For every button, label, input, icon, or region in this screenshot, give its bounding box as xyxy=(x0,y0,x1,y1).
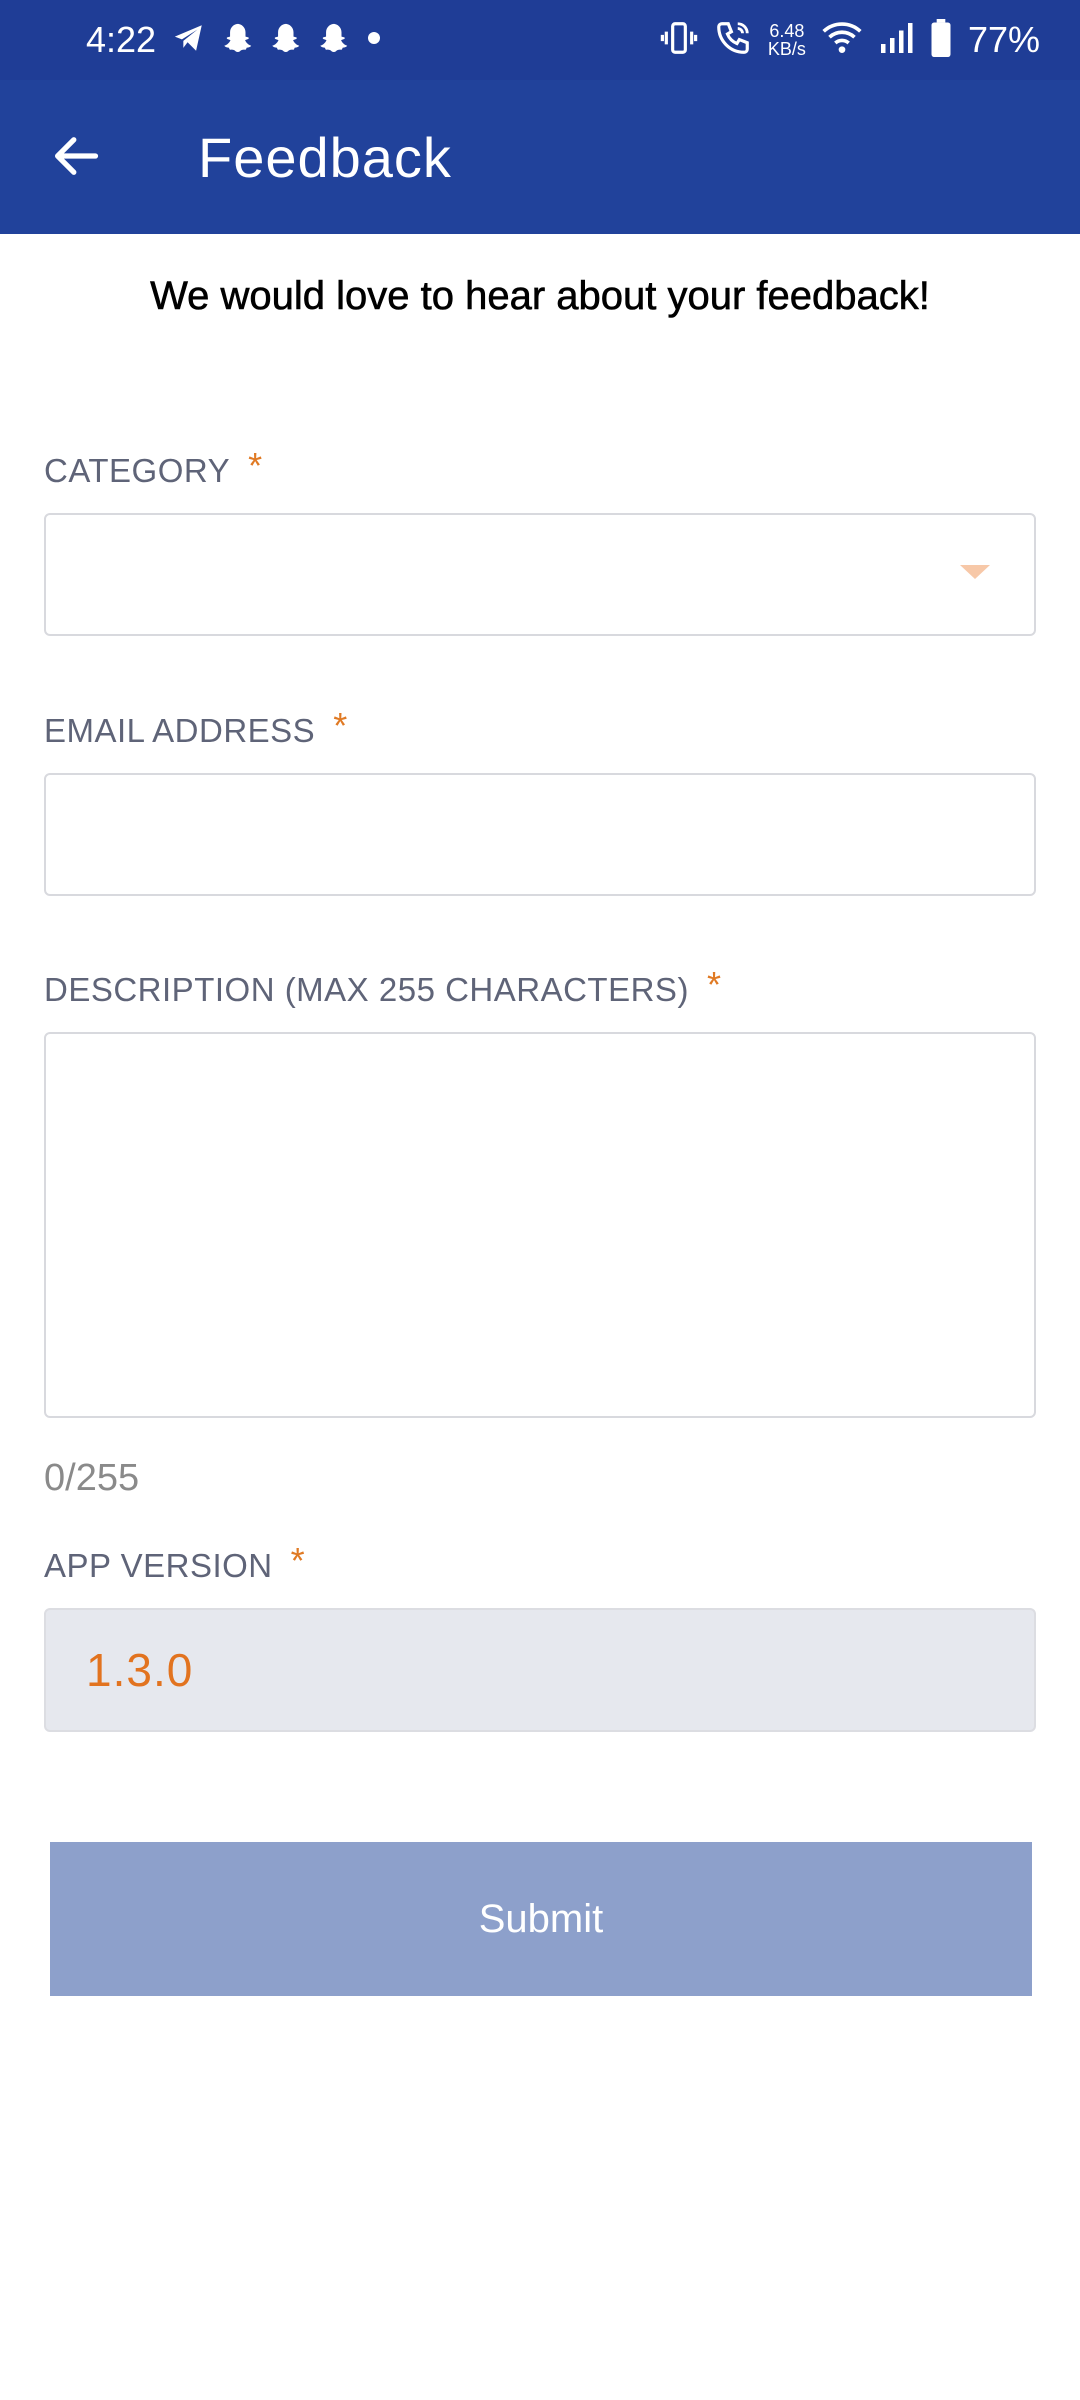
snapchat-icon xyxy=(316,21,350,60)
category-dropdown[interactable] xyxy=(44,513,1036,636)
wifi-icon xyxy=(822,20,862,61)
page-title: Feedback xyxy=(198,126,452,189)
chevron-down-icon xyxy=(960,565,990,579)
description-field[interactable] xyxy=(46,1034,1034,1416)
app-version-value: 1.3.0 xyxy=(86,1644,194,1696)
system-icons: 6.48 KB/s 77% xyxy=(660,14,1040,66)
snapchat-icon xyxy=(220,21,254,60)
required-mark: * xyxy=(706,964,722,1005)
snapchat-icon xyxy=(268,21,302,60)
email-label-text: EMAIL ADDRESS xyxy=(44,712,316,749)
status-bar: 4:22 6.48 KB/s 77% xyxy=(0,0,1080,80)
submit-button[interactable]: Submit xyxy=(50,1842,1032,1996)
intro-text: We would love to hear about your feedbac… xyxy=(150,274,930,319)
app-version-field: 1.3.0 xyxy=(44,1608,1036,1732)
required-mark: * xyxy=(290,1540,306,1581)
wifi-call-icon xyxy=(714,19,752,62)
description-label: DESCRIPTION (MAX 255 CHARACTERS) * xyxy=(44,963,721,1012)
net-speed: 6.48 KB/s xyxy=(768,22,806,58)
description-label-text: DESCRIPTION (MAX 255 CHARACTERS) xyxy=(44,971,689,1008)
character-counter: 0/255 xyxy=(44,1457,140,1499)
email-field[interactable] xyxy=(46,775,1034,894)
email-label: EMAIL ADDRESS * xyxy=(44,704,348,753)
email-field-box xyxy=(44,773,1036,896)
signal-icon xyxy=(878,20,914,61)
vibrate-icon xyxy=(660,19,698,62)
app-bar: Feedback xyxy=(0,80,1080,234)
dot-icon xyxy=(364,28,384,53)
required-mark: * xyxy=(248,445,263,486)
net-speed-value: 6.48 xyxy=(769,21,805,41)
telegram-icon xyxy=(172,21,206,60)
app-version-label-text: APP VERSION xyxy=(44,1547,273,1584)
status-time: 4:22 xyxy=(86,19,157,60)
battery-icon xyxy=(930,18,952,62)
required-mark: * xyxy=(333,705,348,746)
arrow-left-icon xyxy=(50,130,102,187)
description-field-box xyxy=(44,1032,1036,1418)
back-button[interactable] xyxy=(36,118,116,198)
app-version-label: APP VERSION * xyxy=(44,1539,305,1588)
category-label: CATEGORY * xyxy=(44,444,263,493)
net-speed-unit: KB/s xyxy=(767,39,806,59)
category-label-text: CATEGORY xyxy=(44,452,231,489)
notification-icons xyxy=(172,20,384,60)
battery-percent: 77% xyxy=(967,19,1040,60)
